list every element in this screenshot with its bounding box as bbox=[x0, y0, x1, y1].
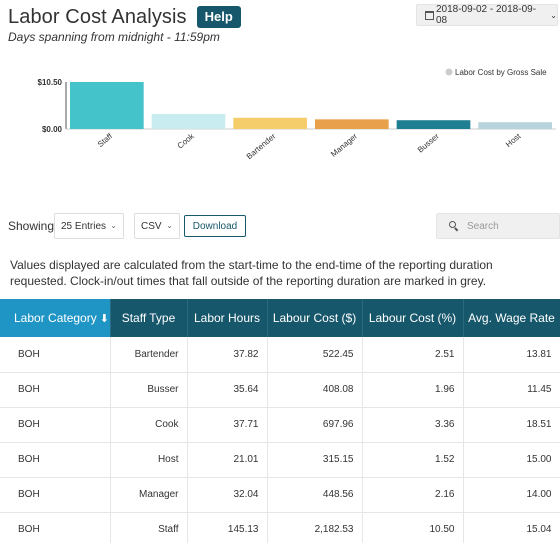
table-row: BOH Manager 32.04 448.56 2.16 14.00 bbox=[0, 477, 560, 513]
bar-bartender[interactable] bbox=[233, 117, 307, 129]
table-row: BOH Staff 145.13 2,182.53 10.50 15.04 bbox=[0, 512, 560, 543]
x-tick-label: Cook bbox=[176, 131, 197, 151]
labour-cost-cell: 697.96 bbox=[267, 407, 363, 443]
search-icon bbox=[449, 221, 459, 232]
labor-category-cell: BOH bbox=[0, 477, 111, 513]
column-header-avg-wage-rate[interactable]: Avg. Wage Rate bbox=[463, 299, 560, 337]
table-row: BOH Cook 37.71 697.96 3.36 18.51 bbox=[0, 407, 560, 443]
labor-hours-cell: 37.71 bbox=[187, 407, 268, 443]
column-header-labour-cost[interactable]: Labour Cost ($) bbox=[267, 299, 363, 337]
staff-type-cell: Busser bbox=[110, 372, 188, 408]
table-header-row: Labor Category ⬇ Staff Type Labor Hours L… bbox=[0, 299, 560, 337]
staff-type-cell: Bartender bbox=[110, 337, 188, 373]
chevron-down-icon: ⌄ bbox=[550, 10, 557, 20]
table-row: BOH Host 21.01 315.15 1.52 15.00 bbox=[0, 442, 560, 478]
labor-hours-cell: 37.82 bbox=[187, 337, 268, 373]
avg-wage-rate-cell: 11.45 bbox=[463, 372, 560, 408]
bar-staff[interactable] bbox=[70, 82, 144, 129]
x-tick-label: Bartender bbox=[245, 131, 278, 161]
labour-cost-percent-cell: 1.96 bbox=[362, 372, 464, 408]
column-header-labor-hours[interactable]: Labor Hours bbox=[187, 299, 268, 337]
x-tick-label: Staff bbox=[96, 131, 115, 149]
date-range-value: 2018-09-02 - 2018-09-08 bbox=[435, 4, 537, 26]
avg-wage-rate-cell: 14.00 bbox=[463, 477, 560, 513]
avg-wage-rate-cell: 18.51 bbox=[463, 407, 560, 443]
search-input[interactable] bbox=[467, 220, 557, 232]
labor-category-cell: BOH bbox=[0, 442, 111, 478]
labour-cost-percent-cell: 2.16 bbox=[362, 477, 464, 513]
labor-hours-cell: 35.64 bbox=[187, 372, 268, 408]
legend-marker bbox=[445, 68, 453, 76]
staff-type-cell: Cook bbox=[110, 407, 188, 443]
table-row: BOH Busser 35.64 408.08 1.96 11.45 bbox=[0, 372, 560, 408]
entries-select[interactable]: 25 Entries ⌄ bbox=[54, 213, 124, 239]
bar-host[interactable] bbox=[478, 122, 552, 129]
avg-wage-rate-cell: 15.00 bbox=[463, 442, 560, 478]
labor-hours-cell: 21.01 bbox=[187, 442, 268, 478]
sort-descending-icon: ⬇ bbox=[99, 313, 109, 325]
labor-hours-cell: 32.04 bbox=[187, 477, 268, 513]
entries-select-value: 25 Entries bbox=[61, 220, 107, 232]
search-box bbox=[436, 213, 560, 239]
page-title: Labor Cost Analysis bbox=[8, 5, 187, 28]
export-format-select[interactable]: CSV ⌄ bbox=[134, 213, 180, 239]
labour-cost-cell: 2,182.53 bbox=[267, 512, 363, 543]
help-button[interactable]: Help bbox=[196, 6, 241, 28]
labor-hours-cell: 145.13 bbox=[187, 512, 268, 543]
y-tick-label: $0.00 bbox=[42, 125, 63, 134]
download-button[interactable]: Download bbox=[184, 215, 246, 237]
info-text: Values displayed are calculated from the… bbox=[10, 258, 493, 288]
bar-cook[interactable] bbox=[151, 113, 226, 129]
labour-cost-cell: 408.08 bbox=[267, 372, 363, 408]
chevron-down-icon: ⌄ bbox=[110, 221, 117, 230]
table-toolbar: Showing 25 Entries ⌄ CSV ⌄ Download bbox=[8, 213, 560, 239]
date-range-picker[interactable]: 2018-09-02 - 2018-09-08 ⌄ bbox=[416, 4, 558, 26]
x-tick-label: Busser bbox=[416, 131, 441, 154]
page-header: Labor Cost Analysis Help bbox=[8, 4, 241, 30]
column-header-labor-category[interactable]: Labor Category ⬇ bbox=[0, 299, 111, 337]
x-tick-label: Manager bbox=[329, 131, 359, 158]
legend-label[interactable]: Labor Cost by Gross Sale bbox=[455, 68, 547, 77]
avg-wage-rate-cell: 15.04 bbox=[463, 512, 560, 543]
labour-cost-percent-cell: 3.36 bbox=[362, 407, 464, 443]
showing-label: Showing bbox=[8, 219, 55, 233]
export-format-value: CSV bbox=[141, 220, 162, 232]
staff-type-cell: Staff bbox=[110, 512, 188, 543]
labour-cost-cell: 315.15 bbox=[267, 442, 363, 478]
labour-cost-cell: 522.45 bbox=[267, 337, 363, 373]
labor-cost-table: Labor Category ⬇ Staff Type Labor Hours L… bbox=[0, 299, 560, 543]
staff-type-cell: Host bbox=[110, 442, 188, 478]
page-subtitle: Days spanning from midnight - 11:59pm bbox=[8, 30, 220, 44]
table-row: BOH Bartender 37.82 522.45 2.51 13.81 bbox=[0, 337, 560, 373]
bar-busser[interactable] bbox=[396, 120, 471, 129]
staff-type-cell: Manager bbox=[110, 477, 188, 513]
avg-wage-rate-cell: 13.81 bbox=[463, 337, 560, 373]
chevron-down-icon: ⌄ bbox=[166, 221, 173, 230]
y-tick-label: $10.50 bbox=[38, 78, 63, 87]
column-header-staff-type[interactable]: Staff Type bbox=[110, 299, 188, 337]
labour-cost-cell: 448.56 bbox=[267, 477, 363, 513]
bar-manager[interactable] bbox=[315, 119, 389, 129]
labour-cost-percent-cell: 10.50 bbox=[362, 512, 464, 543]
labor-cost-chart: $10.50 $0.00 Staff Cook Bartender Manager Bus… bbox=[38, 68, 556, 161]
labor-category-cell: BOH bbox=[0, 372, 111, 408]
labour-cost-percent-cell: 1.52 bbox=[362, 442, 464, 478]
column-header-labour-cost-percent[interactable]: Labour Cost (%) bbox=[362, 299, 464, 337]
labor-category-cell: BOH bbox=[0, 512, 111, 543]
x-tick-label: Host bbox=[504, 131, 523, 149]
labor-category-cell: BOH bbox=[0, 407, 111, 443]
calendar-icon bbox=[425, 10, 434, 20]
labor-category-cell: BOH bbox=[0, 337, 111, 373]
labour-cost-percent-cell: 2.51 bbox=[362, 337, 464, 373]
